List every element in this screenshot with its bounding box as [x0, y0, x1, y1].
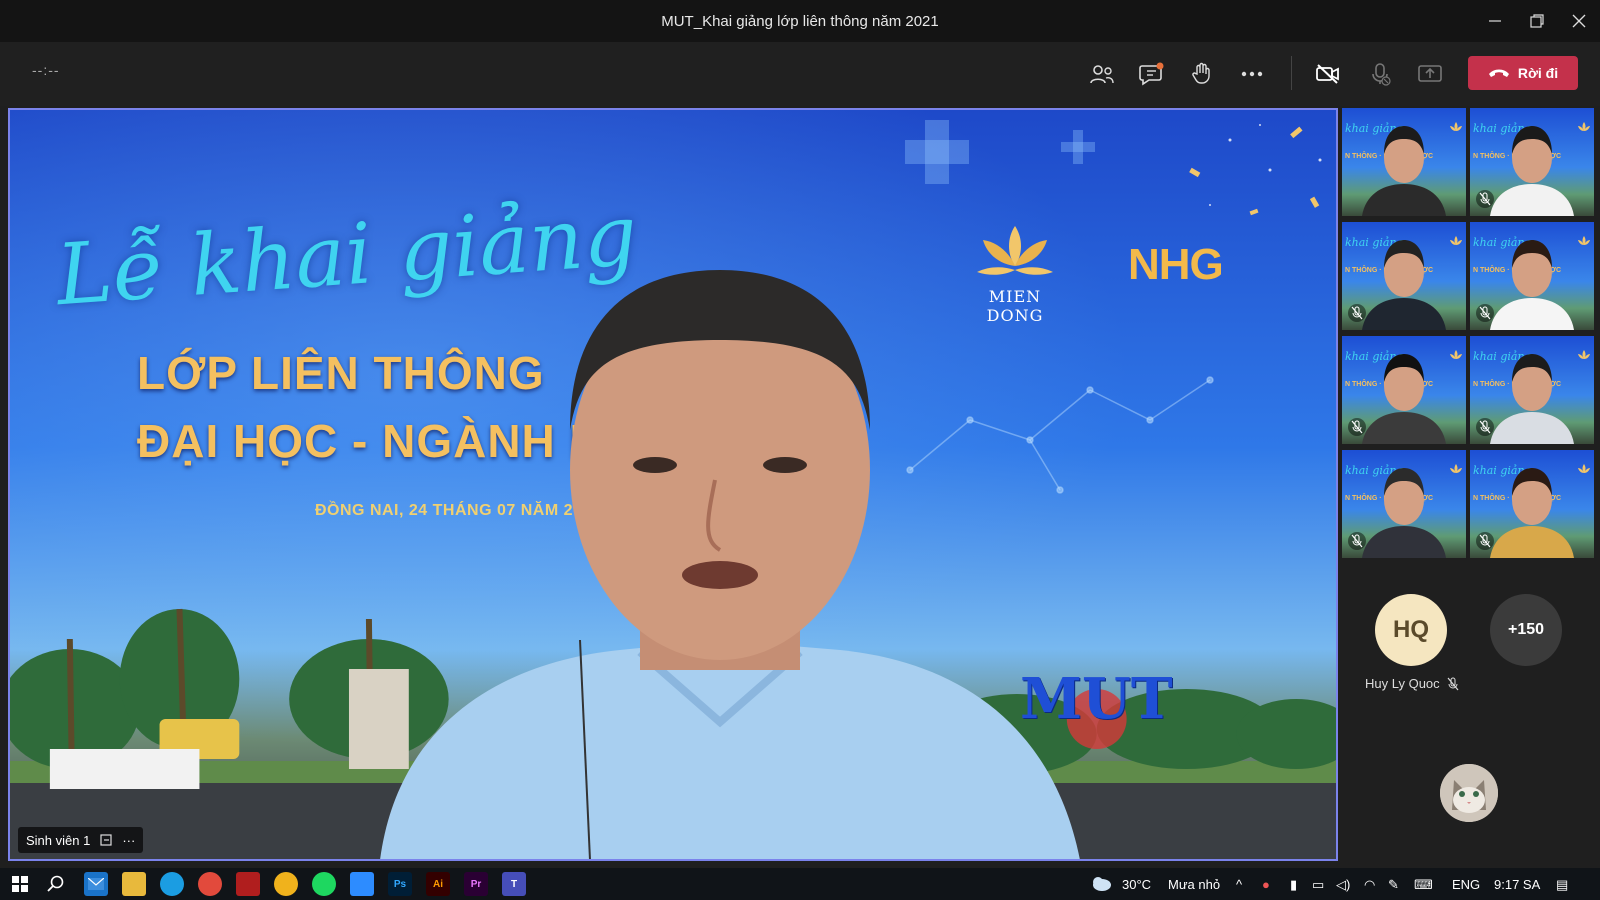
chrome-icon[interactable] [198, 872, 222, 896]
app-icon-red[interactable] [236, 872, 260, 896]
photoshop-icon[interactable]: Ps [388, 872, 412, 896]
edge-icon[interactable] [160, 872, 184, 896]
minimize-icon[interactable] [1474, 0, 1516, 42]
speaker-name: Sinh viên 1 [26, 832, 91, 848]
weather-temp[interactable]: 30°C [1122, 877, 1151, 892]
mic-muted-icon [1348, 532, 1366, 550]
chevron-up-icon[interactable]: ^ [1236, 877, 1242, 892]
windows-taskbar: Ps Ai Pr T 30°C Mưa nhỏ ^ ● ▮ ▭ ◁) ◠ ✎ ⌨… [0, 868, 1600, 900]
search-icon[interactable] [44, 872, 68, 896]
wifi-icon[interactable]: ◠ [1364, 877, 1375, 893]
confetti-graphic [1189, 124, 1322, 216]
name-tag-more-icon[interactable]: ··· [122, 833, 135, 848]
pin-icon[interactable] [100, 834, 112, 846]
chat-icon[interactable] [1134, 56, 1170, 92]
mic-muted-icon [1476, 418, 1494, 436]
cat-avatar-image [1440, 764, 1498, 822]
camera-off-icon[interactable] [1310, 56, 1346, 92]
self-video-avatar[interactable] [1440, 764, 1498, 822]
participant-video [1362, 126, 1446, 216]
more-options-icon[interactable] [1234, 56, 1270, 92]
restore-icon[interactable] [1516, 0, 1558, 42]
meeting-timer: --:-- [32, 62, 60, 78]
notifications-icon[interactable]: ▤ [1556, 877, 1568, 893]
teams-icon[interactable]: T [502, 872, 526, 896]
windows-start-icon[interactable] [8, 872, 32, 896]
participant-name-label: Huy Ly Quoc [1365, 676, 1440, 691]
onedrive-icon[interactable]: ● [1262, 877, 1270, 892]
participant-tile[interactable]: khai giảngN THÔNG · NGÀNH DƯỢC [1470, 450, 1594, 558]
more-participants-button[interactable]: +150 [1490, 594, 1562, 666]
participant-tile[interactable]: khai giảngN THÔNG · NGÀNH DƯỢC [1342, 336, 1466, 444]
mic-muted-icon [1447, 677, 1459, 690]
mic-muted-icon [1476, 190, 1494, 208]
toolbar-divider [1291, 56, 1292, 90]
weather-cloud-icon [1093, 877, 1111, 891]
pen-icon[interactable]: ✎ [1388, 877, 1399, 893]
meeting-toolbar: --:-- Rời đi [0, 42, 1600, 106]
window-controls [1474, 0, 1600, 42]
close-icon[interactable] [1558, 0, 1600, 42]
title-bar: MUT_Khai giảng lớp liên thông năm 2021 [0, 0, 1600, 42]
participant-name-hq: Huy Ly Quoc [1365, 676, 1460, 691]
app-icon-yellow[interactable] [274, 872, 298, 896]
language-indicator[interactable]: ENG [1452, 877, 1480, 892]
active-speaker-video[interactable]: Lễ khai giảng LỚP LIÊN THÔNG ĐẠI HỌC - N… [8, 108, 1338, 861]
illustrator-icon[interactable]: Ai [426, 872, 450, 896]
mail-icon[interactable] [84, 872, 108, 896]
raise-hand-icon[interactable] [1184, 56, 1220, 92]
participant-tile[interactable]: khai giảngN THÔNG · NGÀNH DƯỢC [1342, 450, 1466, 558]
keyboard-icon[interactable]: ⌨ [1414, 877, 1433, 893]
weather-desc[interactable]: Mưa nhỏ [1168, 877, 1220, 892]
mic-muted-icon [1348, 304, 1366, 322]
clock[interactable]: 9:17 SA [1494, 877, 1540, 892]
leave-label: Rời đi [1517, 65, 1559, 81]
phone-hangup-icon [1488, 69, 1509, 77]
cross-decoration [905, 140, 969, 164]
mic-off-icon[interactable] [1362, 56, 1398, 92]
premiere-icon[interactable]: Pr [464, 872, 488, 896]
participant-tile[interactable]: khai giảngN THÔNG · NGÀNH DƯỢC [1470, 222, 1594, 330]
speaker-name-tag: Sinh viên 1 ··· [18, 827, 144, 853]
participant-tile[interactable]: khai giảngN THÔNG · NGÀNH DƯỢC [1470, 336, 1594, 444]
participant-avatar-hq[interactable]: HQ [1375, 594, 1447, 666]
speaker-figure [380, 270, 1080, 859]
mic-muted-icon [1348, 418, 1366, 436]
mic-muted-icon [1476, 304, 1494, 322]
teams-meeting-window: MUT_Khai giảng lớp liên thông năm 2021 -… [0, 0, 1600, 900]
window-title: MUT_Khai giảng lớp liên thông năm 2021 [661, 12, 939, 30]
cross-decoration [1061, 142, 1095, 152]
participant-tile[interactable]: khai giảngN THÔNG · NGÀNH DƯỢC [1470, 108, 1594, 216]
mic-muted-icon [1476, 532, 1494, 550]
participant-tile[interactable]: khai giảngN THÔNG · NGÀNH DƯỢC [1342, 108, 1466, 216]
volume-icon[interactable]: ◁) [1336, 877, 1350, 893]
leave-button[interactable]: Rời đi [1468, 56, 1578, 90]
share-screen-icon[interactable] [1412, 56, 1448, 92]
participant-tile[interactable]: khai giảngN THÔNG · NGÀNH DƯỢC [1342, 222, 1466, 330]
zoom-icon[interactable] [350, 872, 374, 896]
microphone-tray-icon[interactable]: ▮ [1290, 877, 1297, 893]
spotify-icon[interactable] [312, 872, 336, 896]
participants-icon[interactable] [1084, 56, 1120, 92]
file-explorer-icon[interactable] [122, 872, 146, 896]
battery-icon[interactable]: ▭ [1312, 877, 1324, 893]
nhg-logo: NHG [1128, 240, 1224, 289]
